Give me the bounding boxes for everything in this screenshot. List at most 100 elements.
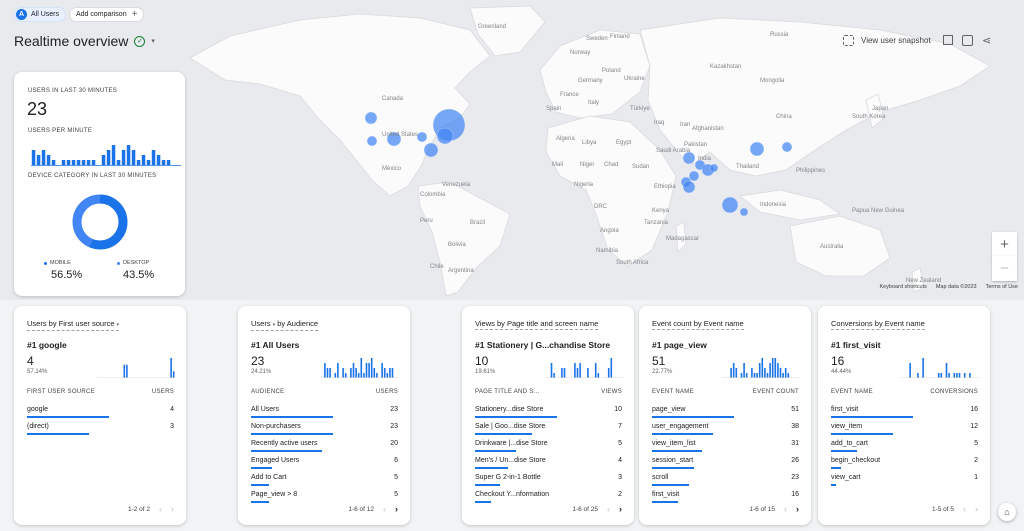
chevron-down-icon[interactable]: ▾: [117, 322, 120, 328]
table-row[interactable]: view_item_list31: [652, 440, 799, 457]
customize-report-icon[interactable]: [962, 35, 973, 46]
prev-page-button[interactable]: ‹: [607, 504, 610, 514]
table-row[interactable]: session_start26: [652, 457, 799, 474]
map-label: China: [776, 114, 792, 120]
map-label: Madagascar: [666, 236, 699, 242]
add-comparison-button[interactable]: Add comparison +: [69, 7, 144, 22]
table-row[interactable]: scroll23: [652, 474, 799, 491]
sparkline-bar: [730, 368, 732, 378]
map-label: Sudan: [632, 164, 649, 170]
realtime-card: Conversions by Event name#1 first_visit1…: [818, 306, 990, 525]
row-value: 5: [394, 491, 398, 498]
users-per-minute-chart[interactable]: [31, 142, 181, 166]
table-row[interactable]: Super G 2-in-1 Bottle3: [475, 474, 622, 491]
prev-page-button[interactable]: ‹: [784, 504, 787, 514]
table-row[interactable]: page_view51: [652, 406, 799, 423]
audience-chip[interactable]: A All Users: [14, 7, 66, 22]
table-row[interactable]: Recently active users20: [251, 440, 398, 457]
table-row[interactable]: Stationery...dise Store10: [475, 406, 622, 423]
share-icon[interactable]: ⋖: [982, 33, 991, 47]
table-row[interactable]: view_item12: [831, 423, 978, 440]
table-row[interactable]: All Users23: [251, 406, 398, 423]
view-user-snapshot-button[interactable]: View user snapshot: [843, 33, 931, 47]
row-value: 23: [390, 406, 398, 413]
card-title[interactable]: Views by Page title and screen name: [475, 319, 598, 330]
map-data-label: Map data ©2023: [936, 284, 977, 290]
map-label: Norway: [570, 50, 590, 56]
prev-page-button[interactable]: ‹: [159, 504, 162, 514]
table-row[interactable]: (direct)3: [27, 423, 174, 440]
chevron-down-icon[interactable]: ▾: [151, 37, 155, 45]
prev-page-button[interactable]: ‹: [383, 504, 386, 514]
map-label: Egypt: [616, 140, 631, 146]
sparkline-bar: [587, 368, 589, 378]
card-sparkline[interactable]: [97, 356, 175, 378]
table-row[interactable]: Engaged Users6: [251, 457, 398, 474]
map-label: Philippines: [796, 168, 825, 174]
mobile-percent: 56.5%: [51, 269, 82, 281]
card-sparkline[interactable]: [901, 356, 979, 378]
fullscreen-icon[interactable]: [943, 35, 953, 45]
terms-of-use-link[interactable]: Terms of Use: [986, 284, 1018, 290]
prev-page-button[interactable]: ‹: [963, 504, 966, 514]
table-row[interactable]: Men's / Un...dise Store4: [475, 457, 622, 474]
zoom-out-button[interactable]: −: [992, 256, 1017, 281]
per-minute-bar: [67, 160, 71, 165]
table-row[interactable]: Sale | Goo...dise Store7: [475, 423, 622, 440]
map-attribution: Keyboard shortcuts Map data ©2023 Terms …: [879, 284, 1018, 290]
map-label: Spain: [546, 106, 561, 112]
card-title[interactable]: Conversions by Event name: [831, 319, 925, 330]
zoom-in-button[interactable]: +: [992, 232, 1017, 257]
device-category-donut[interactable]: [70, 192, 130, 252]
table-row[interactable]: google4: [27, 406, 174, 423]
sparkline-bar: [777, 363, 779, 378]
row-bar: [652, 467, 694, 469]
sparkline-bar: [775, 358, 777, 378]
table-row[interactable]: first_visit16: [831, 406, 978, 423]
map-label: United States: [382, 132, 418, 138]
row-label: first_visit: [831, 406, 858, 413]
card-title[interactable]: Users by First user source▾: [27, 319, 119, 331]
table-row[interactable]: user_engagement38: [652, 423, 799, 440]
asia-shape: [640, 18, 990, 176]
table-row[interactable]: Non-purchasers23: [251, 423, 398, 440]
card-title-text: Users by First user source: [27, 319, 115, 328]
map-label: Saudi Arabia: [656, 148, 690, 154]
row-value: 2: [618, 491, 622, 498]
map-label: Brazil: [470, 220, 485, 226]
row-label: session_start: [652, 457, 693, 464]
next-page-button[interactable]: ›: [619, 504, 622, 514]
table-row[interactable]: add_to_cart5: [831, 440, 978, 457]
map-label: Colombia: [420, 192, 445, 198]
table-row[interactable]: begin_checkout2: [831, 457, 978, 474]
table-row[interactable]: view_cart1: [831, 474, 978, 491]
location-bubble: [367, 136, 377, 146]
column-header-metric: EVENT COUNT: [753, 389, 799, 395]
card-title[interactable]: Event count by Event name: [652, 319, 744, 330]
sparkline-bar: [368, 363, 370, 378]
next-page-button[interactable]: ›: [796, 504, 799, 514]
desktop-legend-label: DESKTOP: [123, 260, 149, 266]
sparkline-bar: [374, 368, 376, 378]
feedback-icon[interactable]: ⌂: [998, 503, 1016, 521]
row-label: Checkout Y...nformation: [475, 491, 549, 498]
row-bar: [652, 484, 689, 486]
location-bubble: [750, 142, 764, 156]
card-sparkline[interactable]: [722, 356, 800, 378]
map-label: India: [698, 156, 711, 162]
table-row[interactable]: Drinkware |...dise Store5: [475, 440, 622, 457]
card-top-value: 4: [27, 354, 34, 368]
next-page-button[interactable]: ›: [171, 504, 174, 514]
card-sparkline[interactable]: [321, 356, 399, 378]
table-row[interactable]: Add to Cart5: [251, 474, 398, 491]
card-title[interactable]: Users▾ by Audience: [251, 319, 318, 331]
map-label: Ethiopia: [654, 184, 676, 190]
row-value: 38: [791, 423, 799, 430]
row-value: 10: [614, 406, 622, 413]
sparkline-bar: [733, 363, 735, 378]
next-page-button[interactable]: ›: [395, 504, 398, 514]
sparkline-bar: [946, 363, 948, 378]
next-page-button[interactable]: ›: [975, 504, 978, 514]
keyboard-shortcuts-link[interactable]: Keyboard shortcuts: [879, 284, 926, 290]
card-sparkline[interactable]: [545, 356, 623, 378]
